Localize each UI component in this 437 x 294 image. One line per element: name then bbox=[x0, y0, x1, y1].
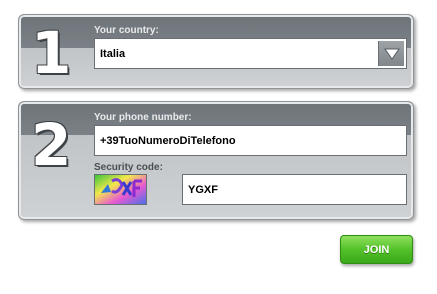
phone-input-value: +39TuoNumeroDiTelefono bbox=[100, 134, 236, 147]
phone-label: Your phone number: bbox=[94, 112, 192, 123]
join-button[interactable]: JOIN bbox=[340, 235, 413, 264]
country-label: Your country: bbox=[94, 25, 159, 36]
country-panel: 1 Your country: Italia bbox=[18, 14, 414, 89]
step-number-2: 2 bbox=[31, 111, 72, 179]
captcha-image bbox=[94, 174, 147, 205]
step-number-1: 1 bbox=[31, 19, 72, 87]
phone-input[interactable]: +39TuoNumeroDiTelefono bbox=[94, 125, 407, 156]
security-code-input[interactable]: YGXF bbox=[182, 174, 407, 205]
captcha-icon bbox=[95, 175, 146, 204]
country-dropdown-button[interactable] bbox=[378, 41, 404, 66]
security-code-label: Security code: bbox=[94, 162, 163, 173]
phone-panel: 2 Your phone number: +39TuoNumeroDiTelef… bbox=[18, 101, 414, 220]
security-code-value: YGXF bbox=[188, 183, 218, 196]
chevron-down-icon bbox=[383, 48, 400, 60]
country-select[interactable]: Italia bbox=[94, 38, 407, 69]
country-select-value: Italia bbox=[100, 47, 126, 60]
